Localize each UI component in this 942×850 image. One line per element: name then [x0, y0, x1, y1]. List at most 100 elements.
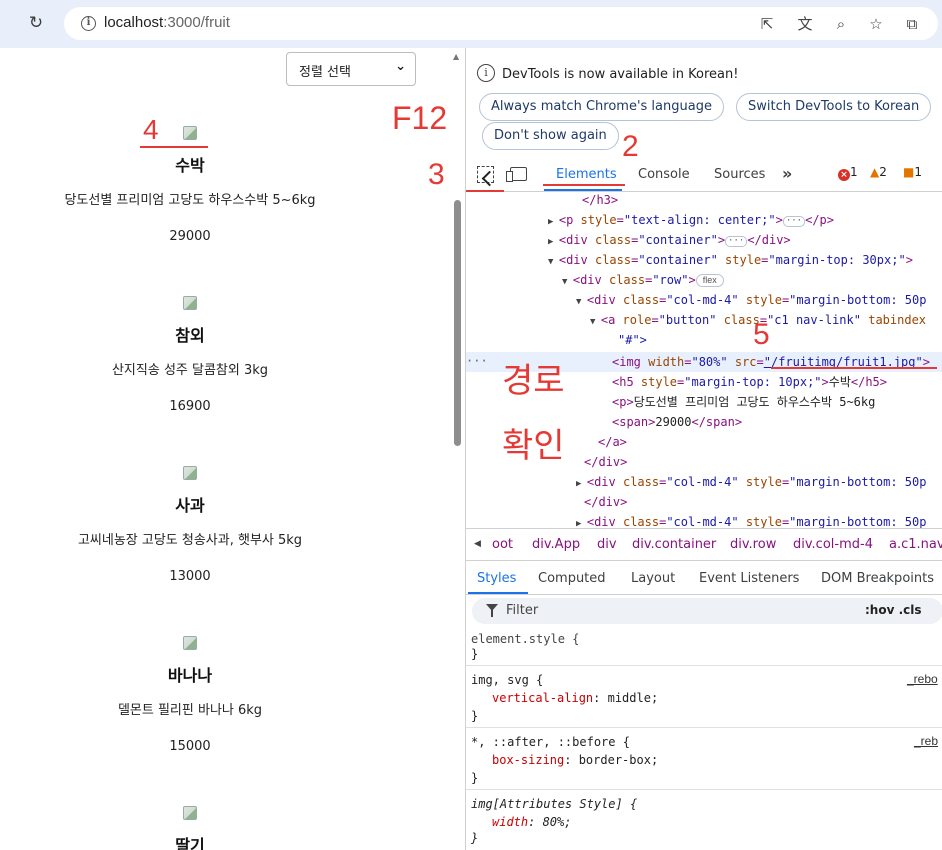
url-host: localhost: [104, 14, 164, 31]
breadcrumb-item[interactable]: div.container: [632, 537, 716, 552]
breadcrumb-item[interactable]: div.row: [730, 537, 776, 552]
styles-filter-input[interactable]: Filter :hov .cls: [472, 598, 942, 624]
fruit-name: 사과: [175, 496, 205, 515]
fruit-price: 13000: [169, 569, 211, 584]
dom-line[interactable]: ▶ <div class="container"> ··· </div>: [548, 232, 791, 250]
tab-dom-breakpoints[interactable]: DOM Breakpoints: [821, 571, 934, 586]
scroll-up-arrow-icon[interactable]: ▲: [453, 52, 459, 61]
style-rule[interactable]: img[Attributes Style] { width: 80%; }: [466, 792, 942, 850]
site-info-icon[interactable]: i: [81, 16, 96, 31]
fruit-card[interactable]: 참외 산지직송 성주 달콤참외 3kg 16900: [0, 296, 380, 414]
fruit-name: 바나나: [167, 666, 213, 685]
dom-line[interactable]: ▼ <div class="col-md-4" style="margin-bo…: [576, 292, 926, 310]
extensions-icon[interactable]: ⧉: [902, 15, 922, 33]
dom-line[interactable]: </div>: [584, 454, 627, 470]
rule-close: }: [471, 709, 479, 723]
cast-icon[interactable]: ⇱: [757, 15, 777, 33]
dom-line[interactable]: </a>: [598, 434, 627, 450]
translate-icon[interactable]: 文: [795, 15, 815, 33]
annotation-3: 3: [428, 158, 445, 191]
browser-toolbar: ↻ i localhost:3000/fruit ⇱ 文 ⌕ ☆ ⧉: [0, 0, 942, 48]
infobar-message: DevTools is now available in Korean!: [502, 67, 739, 82]
inspect-element-icon[interactable]: [477, 166, 494, 183]
tab-layout[interactable]: Layout: [631, 571, 675, 586]
chevron-down-icon: ⌄: [395, 59, 406, 74]
always-match-language-button[interactable]: Always match Chrome's language: [479, 93, 724, 121]
dom-line[interactable]: ▶ <div class="col-md-4" style="margin-bo…: [576, 474, 926, 492]
breadcrumb-item[interactable]: a.c1.nav: [889, 537, 942, 552]
sort-select-value: 정렬 선택: [299, 65, 351, 80]
style-rule[interactable]: *, ::after, ::before { _reb box-sizing: …: [466, 730, 942, 790]
switch-to-korean-button[interactable]: Switch DevTools to Korean: [736, 93, 932, 121]
dom-line[interactable]: ▶ <p style="text-align: center;"> ··· </p>: [548, 212, 834, 230]
flex-badge[interactable]: flex: [695, 274, 724, 287]
tab-active-indicator: [468, 592, 528, 594]
hov-cls-toggles[interactable]: :hov .cls: [865, 603, 922, 617]
scrollbar-thumb[interactable]: [454, 200, 461, 446]
annotation-check: 확인: [502, 427, 565, 465]
breadcrumb-item[interactable]: oot: [492, 537, 513, 552]
fruit-card[interactable]: 딸기: [0, 806, 380, 850]
fruit-price: 15000: [169, 739, 211, 754]
fruit-card[interactable]: 바나나 델몬트 필리핀 바나나 6kg 15000: [0, 636, 380, 754]
tab-computed[interactable]: Computed: [538, 571, 606, 586]
url-text[interactable]: localhost:3000/fruit: [104, 14, 230, 31]
fruit-card[interactable]: 수박 당도선별 프리미엄 고당도 하우스수박 5~6kg 29000: [0, 126, 380, 244]
warning-icon: ▲: [870, 165, 880, 179]
rule-source-link[interactable]: _rebo: [907, 672, 938, 686]
tab-event-listeners[interactable]: Event Listeners: [699, 571, 799, 586]
tab-sources[interactable]: Sources: [714, 167, 765, 182]
style-rule[interactable]: img, svg { _rebo vertical-align: middle;…: [466, 668, 942, 728]
filter-icon: [486, 604, 498, 617]
zoom-icon[interactable]: ⌕: [831, 15, 851, 33]
rule-declaration[interactable]: width: 80%;: [492, 814, 571, 830]
breadcrumb-item[interactable]: div.col-md-4: [793, 537, 873, 552]
dom-line[interactable]: "#">: [618, 332, 647, 348]
sort-select[interactable]: 정렬 선택 ⌄: [286, 52, 416, 86]
fruit-price: 29000: [169, 229, 211, 244]
dom-line[interactable]: <h5 style="margin-top: 10px;">수박</h5>: [612, 374, 887, 390]
issue-count-badge[interactable]: ■1: [903, 165, 922, 179]
rule-declaration[interactable]: box-sizing: border-box;: [492, 752, 658, 768]
dont-show-again-button[interactable]: Don't show again: [482, 122, 619, 150]
dom-line[interactable]: </div>: [584, 494, 627, 510]
rule-source-link[interactable]: _reb: [914, 734, 938, 748]
rule-close: }: [471, 831, 479, 845]
rule-declaration[interactable]: vertical-align: middle;: [492, 690, 658, 706]
more-tabs-icon[interactable]: »: [782, 164, 792, 183]
error-icon: ×: [838, 169, 850, 181]
style-rule[interactable]: element.style { }: [466, 626, 942, 666]
warning-count-badge[interactable]: ▲2: [870, 165, 887, 179]
page-scrollbar[interactable]: ▲: [450, 48, 464, 850]
annotation-underline: [771, 367, 937, 369]
broken-image-icon: [183, 126, 197, 140]
reload-icon[interactable]: ↻: [26, 13, 46, 33]
dom-line[interactable]: ▼ <div class="row"> flex: [562, 272, 724, 290]
fruit-desc: 델몬트 필리핀 바나나 6kg: [117, 703, 263, 718]
broken-image-icon: [183, 466, 197, 480]
dom-line[interactable]: <span>29000</span>: [612, 414, 742, 430]
bookmark-star-icon[interactable]: ☆: [866, 15, 886, 33]
page-viewport: 정렬 선택 ⌄ 수박 당도선별 프리미엄 고당도 하우스수박 5~6kg 290…: [0, 48, 465, 850]
warning-count: 2: [879, 165, 887, 179]
address-bar[interactable]: i localhost:3000/fruit ⇱ 文 ⌕ ☆ ⧉: [64, 7, 938, 40]
fruit-name: 참외: [175, 326, 205, 345]
breadcrumb-item[interactable]: div.App: [532, 537, 580, 552]
device-toolbar-icon[interactable]: [506, 167, 527, 182]
dom-line[interactable]: <p>당도선별 프리미엄 고당도 하우스수박 5~6kg: [612, 394, 875, 410]
issue-flag-icon: ■: [903, 165, 915, 179]
tab-styles[interactable]: Styles: [477, 571, 516, 586]
fruit-card[interactable]: 사과 고씨네농장 고당도 청송사과, 햇부사 5kg 13000: [0, 466, 380, 584]
breadcrumb-item[interactable]: div: [597, 537, 617, 552]
error-count-badge[interactable]: × 1: [838, 165, 858, 181]
dom-line[interactable]: ▼ <div class="container" style="margin-t…: [548, 252, 913, 270]
broken-image-icon: [183, 806, 197, 820]
broken-image-icon: [183, 636, 197, 650]
tab-console[interactable]: Console: [638, 167, 690, 182]
breadcrumb-scroll-left-icon[interactable]: ◀: [474, 539, 481, 549]
tab-elements[interactable]: Elements: [556, 167, 617, 182]
dom-line[interactable]: </h3>: [582, 192, 618, 208]
rule-selector: img[Attributes Style] {: [471, 797, 638, 811]
node-actions-ellipsis-icon[interactable]: ···: [466, 353, 488, 369]
fruit-desc: 당도선별 프리미엄 고당도 하우스수박 5~6kg: [64, 193, 316, 208]
